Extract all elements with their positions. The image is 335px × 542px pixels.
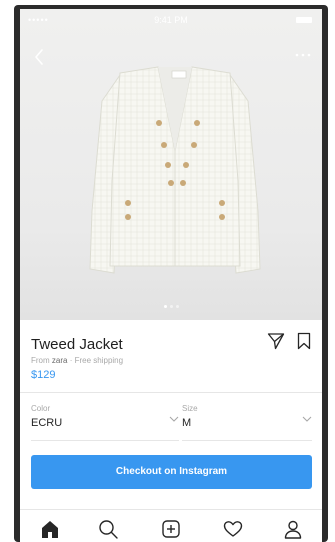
bookmark-icon[interactable] bbox=[297, 332, 311, 350]
size-value: M bbox=[182, 417, 192, 429]
size-underline bbox=[182, 440, 312, 441]
search-icon[interactable] bbox=[97, 518, 119, 540]
battery-icon bbox=[296, 17, 312, 23]
chevron-down-icon bbox=[302, 416, 312, 422]
pager-dot bbox=[175, 305, 179, 308]
color-select[interactable]: Color ECRU bbox=[31, 400, 179, 441]
chevron-left-icon[interactable] bbox=[32, 48, 46, 66]
add-post-icon[interactable] bbox=[160, 518, 182, 540]
divider bbox=[20, 392, 322, 393]
send-icon[interactable] bbox=[267, 332, 285, 350]
chevron-down-icon bbox=[169, 416, 179, 422]
heart-icon[interactable] bbox=[222, 518, 244, 540]
status-time: 9:41 PM bbox=[154, 15, 188, 25]
brand-link[interactable]: zara bbox=[52, 356, 68, 365]
from-label: From bbox=[31, 356, 50, 365]
color-label: Color bbox=[31, 404, 51, 413]
pager-dot bbox=[163, 305, 167, 308]
tweed-jacket-photo bbox=[89, 66, 261, 274]
profile-icon[interactable] bbox=[282, 518, 304, 540]
pager-dot bbox=[169, 305, 173, 308]
product-screen: ••••• 9:41 PM Tweed Jacket From zara · F… bbox=[20, 9, 322, 542]
product-image[interactable]: ••••• 9:41 PM bbox=[20, 9, 322, 320]
image-pager bbox=[20, 305, 322, 308]
device-frame: ••••• 9:41 PM Tweed Jacket From zara · F… bbox=[14, 5, 328, 542]
size-select[interactable]: Size M bbox=[182, 400, 312, 441]
color-underline bbox=[31, 440, 179, 441]
product-price: $129 bbox=[31, 369, 56, 381]
product-source: From zara · Free shipping bbox=[31, 356, 123, 365]
more-horizontal-icon[interactable] bbox=[294, 51, 312, 59]
checkout-button[interactable]: Checkout on Instagram bbox=[31, 455, 312, 489]
shipping-info: · Free shipping bbox=[69, 356, 124, 365]
size-label: Size bbox=[182, 404, 198, 413]
status-bar: ••••• 9:41 PM bbox=[20, 9, 322, 31]
home-icon[interactable] bbox=[39, 518, 61, 540]
product-title: Tweed Jacket bbox=[31, 336, 123, 353]
color-value: ECRU bbox=[31, 417, 63, 429]
bottom-nav bbox=[20, 509, 322, 542]
